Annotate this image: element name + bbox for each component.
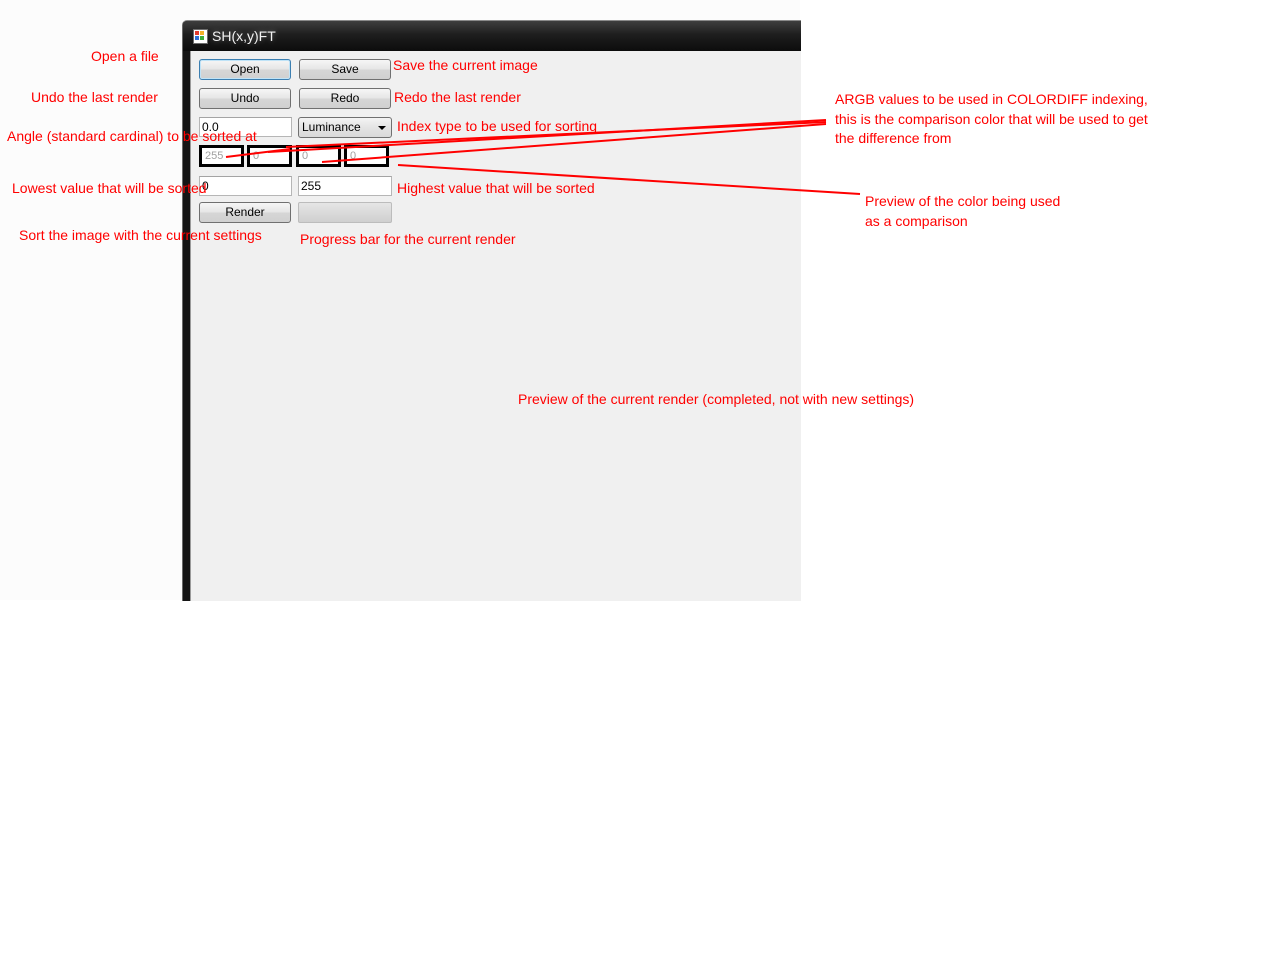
annotation-redo: Redo the last render <box>394 89 521 105</box>
leader-angle <box>225 148 291 158</box>
annotation-undo: Undo the last render <box>31 89 158 105</box>
annotation-save: Save the current image <box>393 57 538 73</box>
annotation-low: Lowest value that will be sorted <box>12 180 207 196</box>
annotation-color-preview-line-2: as a comparison <box>865 213 968 229</box>
annotation-open: Open a file <box>91 48 159 64</box>
annotation-high: Highest value that will be sorted <box>397 180 595 196</box>
annotation-render-preview: Preview of the current render (completed… <box>518 391 915 407</box>
annotation-argb-line-3: the difference from <box>835 130 952 146</box>
annotation-render: Sort the image with the current settings <box>19 227 262 243</box>
annotation-color-preview-line-1: Preview of the color being used <box>865 193 1061 209</box>
annotation-index-type: Index type to be used for sorting <box>397 118 598 134</box>
annotation-argb-line-1: ARGB values to be used in COLORDIFF inde… <box>835 91 1148 107</box>
annotation-progress: Progress bar for the current render <box>300 231 516 247</box>
annotation-angle: Angle (standard cardinal) to be sorted a… <box>7 128 257 144</box>
annotation-argb-line-2: this is the comparison color that will b… <box>835 111 1148 127</box>
